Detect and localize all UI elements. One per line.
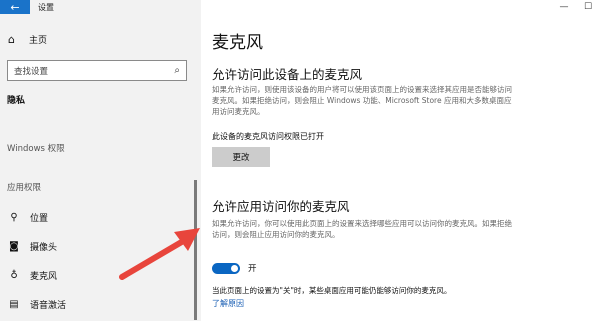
device-access-heading: 允许访问此设备上的麦克风 xyxy=(212,67,363,82)
sidebar-scrollbar[interactable] xyxy=(194,180,197,320)
app-access-description: 如果允许访问，你可以使用此页面上的设置来选择哪些应用可以访问你的麦克风。如果拒绝… xyxy=(212,219,512,239)
maximize-button[interactable]: ☐ xyxy=(576,0,600,14)
toggle-state-label: 开 xyxy=(248,264,257,274)
desktop-apps-note: 当此页面上的设置为"关"时，某些桌面应用可能仍能够访问你的麦克风。 xyxy=(212,286,452,295)
section-heading-windows-permissions: Windows 权限 xyxy=(7,144,65,154)
app-access-toggle-row: 开 xyxy=(212,262,257,274)
minimize-button[interactable]: — xyxy=(552,0,576,14)
app-title: 设置 xyxy=(38,2,54,12)
sidebar-item-label: 摄像头 xyxy=(30,243,58,253)
device-access-status: 此设备的麦克风访问权限已打开 xyxy=(212,132,324,141)
back-arrow-icon: ← xyxy=(10,0,20,14)
sidebar-item-label: 语音激活 xyxy=(30,301,67,311)
window-controls: — ☐ xyxy=(552,0,600,14)
sidebar: ← 设置 ⌂ 主页 查找设置 ⌕ 隐私 Windows 权限 应用权限 ⚲ 位置… xyxy=(0,0,201,321)
page-title: 麦克风 xyxy=(212,33,263,53)
location-icon: ⚲ xyxy=(10,212,18,223)
sidebar-item-microphone[interactable]: ♁ 麦克风 xyxy=(8,269,57,282)
search-input[interactable]: 查找设置 ⌕ xyxy=(7,60,187,81)
change-button[interactable]: 更改 xyxy=(212,147,270,167)
toggle-knob xyxy=(231,264,238,272)
minimize-icon: — xyxy=(559,2,569,12)
main-content: — ☐ 麦克风 允许访问此设备上的麦克风 如果允许访问，则使用该设备的用户将可以… xyxy=(201,0,600,321)
search-placeholder: 查找设置 xyxy=(14,66,49,77)
app-access-heading: 允许应用访问你的麦克风 xyxy=(212,199,350,214)
nav-home-label: 主页 xyxy=(29,36,48,46)
device-access-description: 如果允许访问，则使用该设备的用户将可以使用该页面上的设置来选择其应用是否能够访问… xyxy=(212,85,512,116)
camera-icon: ◙ xyxy=(9,241,19,252)
sidebar-item-voice-activation[interactable]: ▤ 语音激活 xyxy=(8,298,66,311)
sidebar-item-location[interactable]: ⚲ 位置 xyxy=(8,211,48,224)
section-heading-privacy: 隐私 xyxy=(7,96,26,106)
sidebar-item-camera[interactable]: ◙ 摄像头 xyxy=(8,240,57,253)
microphone-icon: ♁ xyxy=(10,270,18,281)
maximize-icon: ☐ xyxy=(583,2,593,12)
sidebar-item-label: 麦克风 xyxy=(30,272,58,282)
section-heading-app-permissions: 应用权限 xyxy=(7,183,42,193)
nav-home[interactable]: ⌂ 主页 xyxy=(8,33,47,46)
learn-more-link[interactable]: 了解原因 xyxy=(212,298,244,309)
voice-activation-icon: ▤ xyxy=(9,299,19,310)
home-icon: ⌂ xyxy=(8,33,15,46)
title-bar: ← 设置 xyxy=(0,0,201,14)
app-access-toggle[interactable] xyxy=(212,262,240,274)
search-icon[interactable]: ⌕ xyxy=(174,65,180,76)
back-button[interactable]: ← xyxy=(0,0,30,14)
sidebar-item-label: 位置 xyxy=(30,214,49,224)
